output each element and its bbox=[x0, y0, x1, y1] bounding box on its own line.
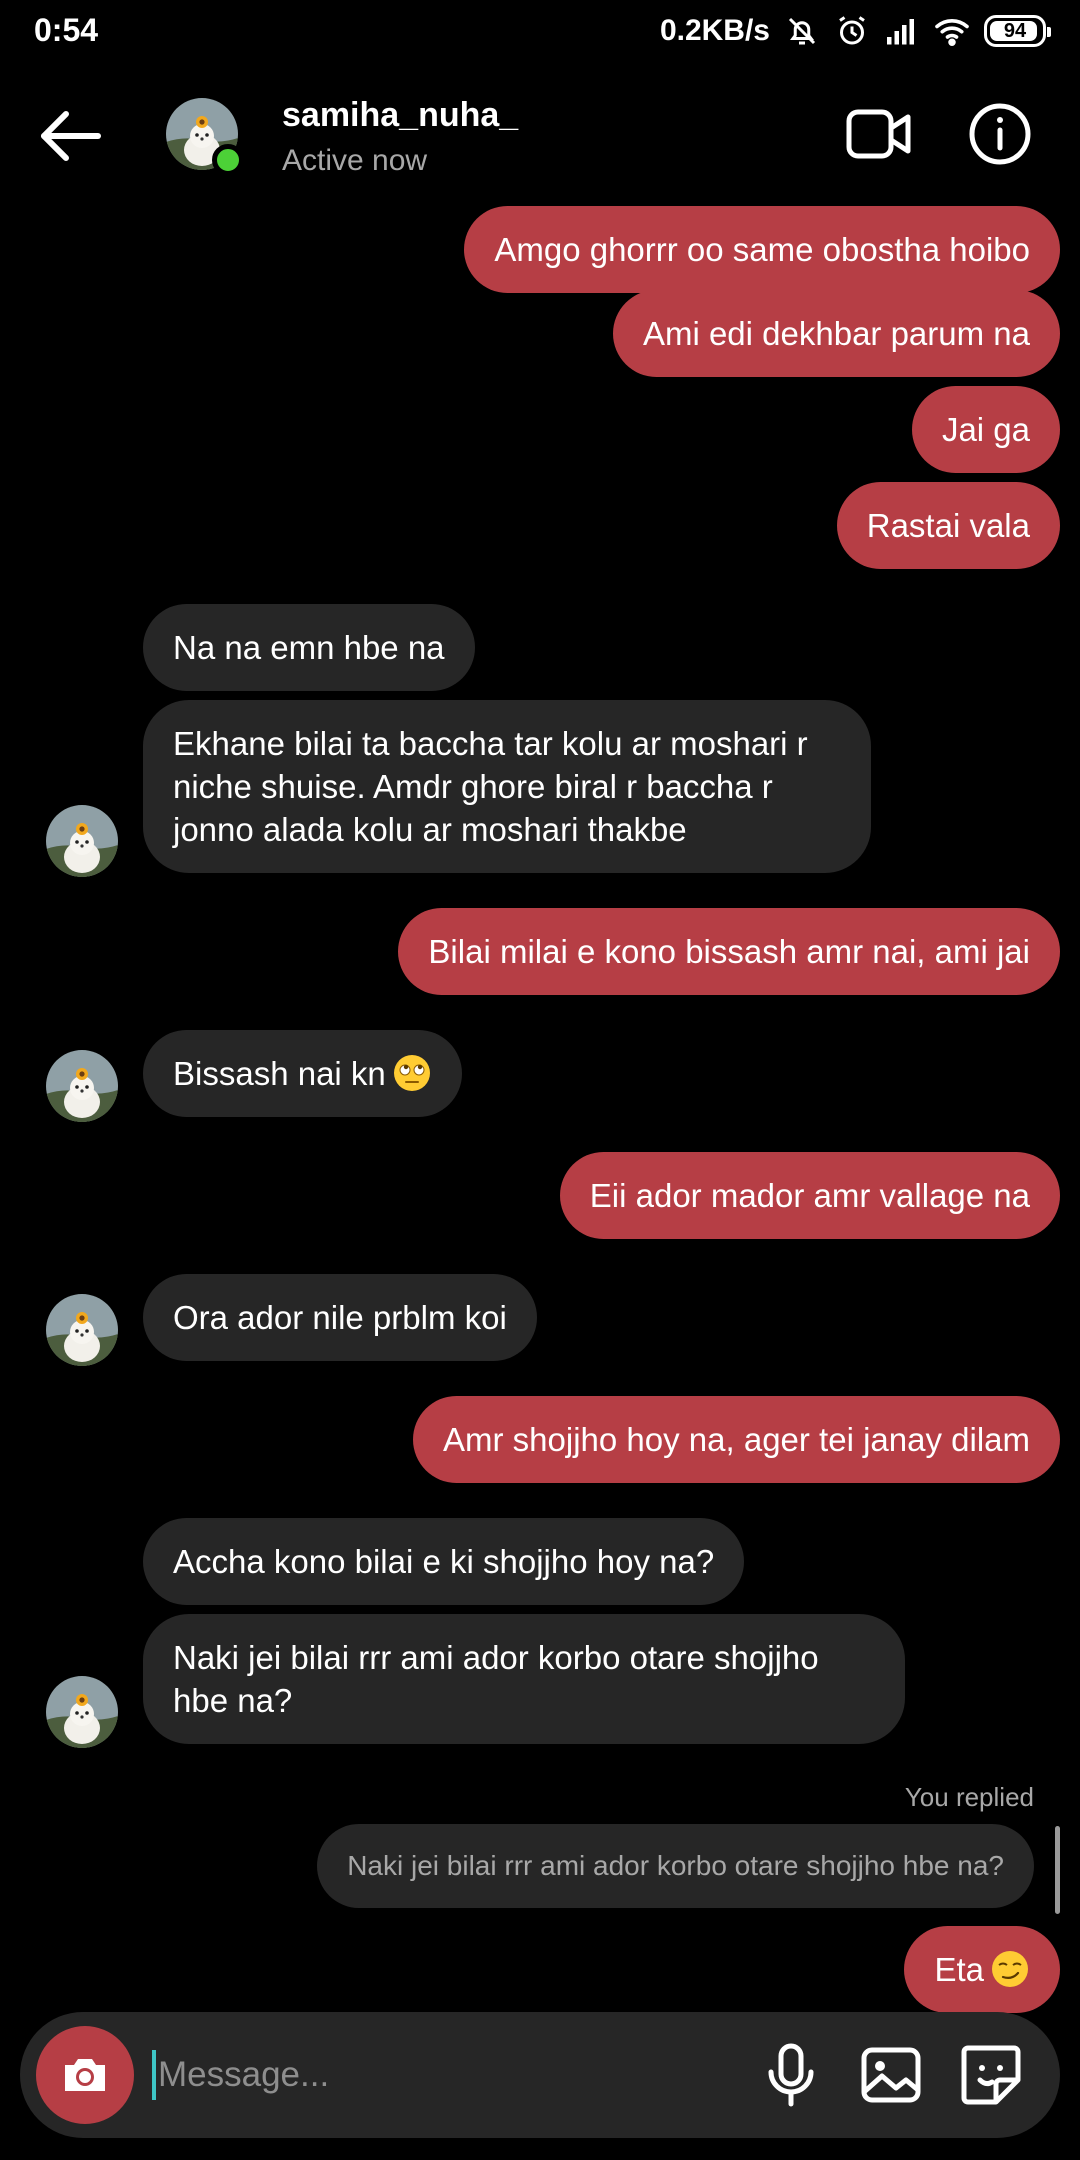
alarm-icon bbox=[839, 16, 865, 45]
sent-message[interactable]: Eii ador mador amr vallage na bbox=[559, 1152, 1060, 1239]
chat-header: samiha_nuha_ Active now bbox=[0, 62, 1080, 210]
back-arrow-icon[interactable] bbox=[36, 106, 106, 166]
video-call-icon[interactable] bbox=[846, 106, 912, 162]
sender-avatar[interactable] bbox=[46, 1676, 118, 1748]
contact-username[interactable]: samiha_nuha_ bbox=[282, 96, 518, 135]
sender-avatar[interactable] bbox=[46, 805, 118, 877]
camera-icon bbox=[65, 2059, 105, 2091]
network-speed: 0.2KB/s bbox=[659, 14, 770, 47]
contact-active-status: Active now bbox=[282, 144, 428, 177]
camera-button[interactable] bbox=[36, 2026, 134, 2124]
sent-message[interactable]: Bilai milai e kono bissash amr nai, ami … bbox=[398, 908, 1060, 995]
sent-message[interactable]: Amgo ghorrr oo same obostha hoibo bbox=[464, 206, 1060, 293]
replied-label: You replied bbox=[904, 1782, 1034, 1812]
message-text: Bissash nai kn bbox=[173, 1055, 386, 1092]
received-message[interactable]: Bissash nai kn bbox=[143, 1030, 462, 1117]
scroll-indicator bbox=[1055, 1826, 1060, 1914]
message-input[interactable] bbox=[158, 2040, 748, 2110]
received-message[interactable]: Naki jei bilai rrr ami ador korbo otare … bbox=[143, 1614, 905, 1744]
sent-message[interactable]: Ami edi dekhbar parum na bbox=[612, 290, 1060, 377]
muted-bell-icon bbox=[788, 17, 816, 45]
sender-avatar[interactable] bbox=[46, 1050, 118, 1122]
sent-message[interactable]: Rastai vala bbox=[836, 482, 1060, 569]
sender-avatar[interactable] bbox=[46, 1294, 118, 1366]
battery-percent: 94 bbox=[1003, 19, 1027, 42]
signal-icon bbox=[887, 19, 914, 45]
smirking-face-emoji bbox=[992, 1951, 1028, 1987]
received-message[interactable]: Na na emn hbe na bbox=[143, 604, 475, 691]
info-icon[interactable] bbox=[968, 102, 1032, 166]
sent-message[interactable]: Eta bbox=[904, 1926, 1060, 2013]
microphone-icon[interactable] bbox=[756, 2040, 826, 2110]
wifi-icon bbox=[935, 19, 969, 47]
status-bar: 0:54 0.2KB/s 94 bbox=[0, 0, 1080, 62]
face-with-rolling-eyes-emoji bbox=[393, 1055, 430, 1091]
status-time: 0:54 bbox=[34, 12, 99, 48]
sent-message[interactable]: Amr shojjho hoy na, ager tei janay dilam bbox=[413, 1396, 1060, 1483]
reply-quote[interactable]: Naki jei bilai rrr ami ador korbo otare … bbox=[317, 1824, 1034, 1908]
message-composer bbox=[20, 2012, 1060, 2138]
message-text: Eta bbox=[934, 1951, 984, 1988]
received-message[interactable]: Accha kono bilai e ki shojjho hoy na? bbox=[143, 1518, 745, 1605]
status-icons: 0.2KB/s 94 bbox=[659, 10, 1051, 52]
sticker-icon[interactable] bbox=[956, 2040, 1026, 2110]
battery-nub bbox=[1047, 27, 1051, 37]
gallery-icon[interactable] bbox=[856, 2040, 926, 2110]
battery-icon: 94 bbox=[984, 15, 1051, 47]
received-message[interactable]: Ora ador nile prblm koi bbox=[143, 1274, 537, 1361]
received-message[interactable]: Ekhane bilai ta baccha tar kolu ar mosha… bbox=[143, 700, 871, 873]
text-cursor bbox=[152, 2050, 156, 2100]
sent-message[interactable]: Jai ga bbox=[911, 386, 1060, 473]
online-indicator bbox=[212, 144, 244, 176]
